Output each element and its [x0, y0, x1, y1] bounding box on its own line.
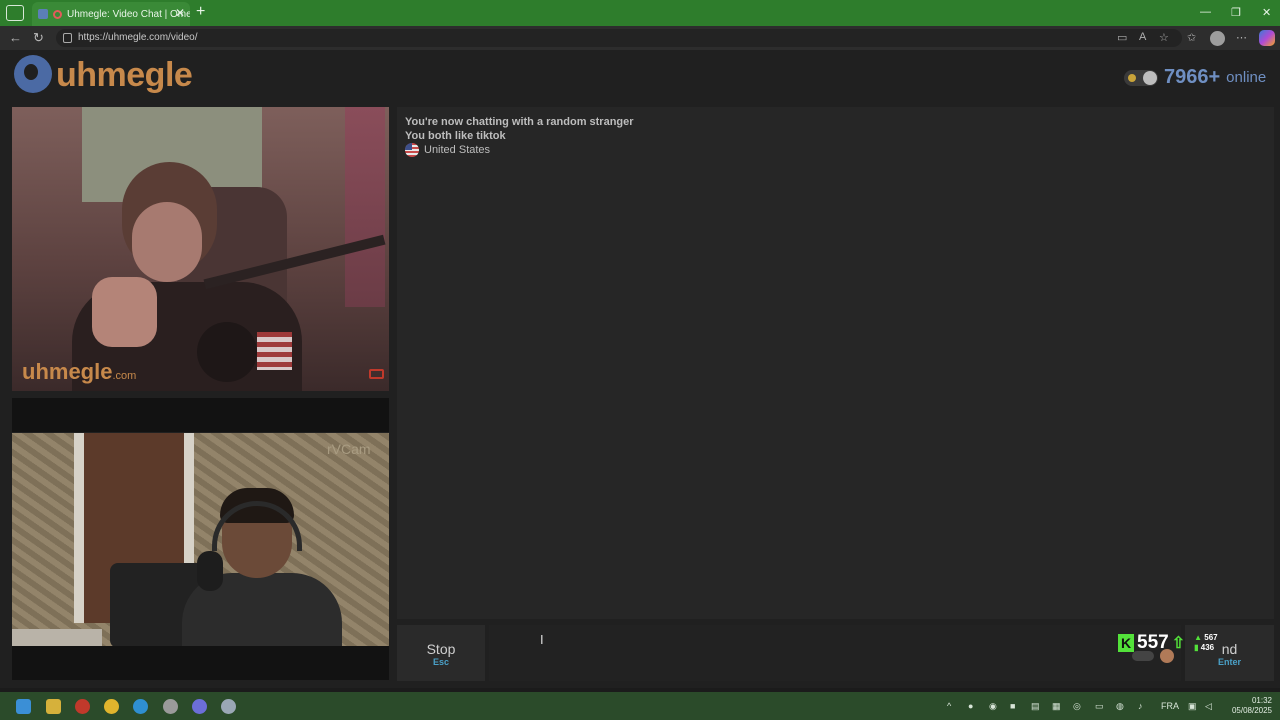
volume-icon[interactable]: ◁ [1205, 701, 1212, 712]
tray-battery-icon[interactable]: ▭ [1095, 701, 1104, 712]
up-indicator-icon: ▲ [1194, 633, 1203, 642]
country-label: United States [424, 144, 491, 156]
profile-avatar[interactable] [1210, 31, 1225, 46]
favorites-icon[interactable]: ✩ [1187, 31, 1196, 44]
tray-folder-icon[interactable]: ▦ [1052, 701, 1061, 712]
clock-time: 01:32 [1251, 696, 1272, 705]
online-count: 7966+ [1164, 66, 1221, 88]
theme-toggle[interactable] [1124, 69, 1158, 86]
close-tab-icon[interactable]: ✕ [175, 6, 185, 20]
browser-window: Uhmegle: Video Chat | Ome ✕ + — ❐ ✕ ← ↻ … [0, 0, 1280, 720]
more-menu-icon[interactable]: ⋯ [1236, 31, 1247, 44]
report-icon[interactable] [369, 369, 384, 379]
self-microphone [197, 551, 223, 591]
text-cursor-icon: I [540, 632, 544, 647]
stat-down: 436 [1200, 643, 1215, 652]
copilot-icon[interactable] [1259, 30, 1275, 46]
restore-icon[interactable]: ❐ [1231, 6, 1241, 19]
stop-shortcut: Esc [432, 657, 449, 667]
toggle-knob [1143, 70, 1157, 85]
self-video: rVCam [12, 433, 389, 646]
led-lights [345, 107, 385, 307]
tray-obs-icon[interactable]: ◉ [989, 701, 997, 712]
stat-up: 567 [1204, 633, 1218, 642]
tab-uhmegle[interactable]: Uhmegle: Video Chat | Ome ✕ [32, 2, 190, 26]
tray-display-icon[interactable]: ▣ [1188, 701, 1197, 712]
chrome-icon[interactable] [104, 699, 119, 714]
close-window-icon[interactable]: ✕ [1262, 6, 1271, 19]
bars-icon: ▮ [1194, 643, 1199, 652]
discord-icon[interactable] [192, 699, 207, 714]
site-favicon-icon [38, 9, 48, 19]
stream-overlay: K 557 ⇧ ▲ 567 ▮ 436 [1118, 632, 1218, 654]
site-logo[interactable]: uhmegle [56, 56, 193, 95]
read-aloud-icon[interactable]: A [1139, 31, 1146, 43]
opera-icon[interactable] [75, 699, 90, 714]
microphone [197, 322, 257, 382]
video-bottom-strip [12, 646, 389, 680]
clock-date: 05/08/2025 [1231, 706, 1272, 715]
us-flag-icon [405, 143, 419, 157]
video-divider [12, 398, 389, 432]
chat-interest-line: You both like tiktok [405, 130, 506, 142]
chat-status-line: You're now chatting with a random strang… [405, 116, 634, 128]
stop-button[interactable]: Stop Esc [397, 625, 485, 681]
send-shortcut: Enter [1217, 657, 1241, 667]
language-indicator[interactable]: FRA [1161, 701, 1179, 711]
video-watermark: uhmegle.com [22, 359, 137, 384]
url-text: https://uhmegle.com/video/ [78, 32, 198, 43]
lock-icon [63, 33, 72, 43]
file-explorer-icon[interactable] [46, 699, 61, 714]
chat-log: You're now chatting with a random strang… [397, 107, 1274, 619]
virtual-cam-label: rVCam [327, 441, 371, 457]
url-field[interactable]: https://uhmegle.com/video/ [56, 29, 1182, 47]
app-icon[interactable] [163, 699, 178, 714]
table [12, 629, 102, 646]
online-indicator: 7966+ online [1124, 66, 1266, 89]
stranger-hands [92, 277, 157, 347]
stranger-face [132, 202, 202, 282]
tray-network-icon[interactable]: ▤ [1031, 701, 1040, 712]
favorite-star-icon[interactable]: ☆ [1159, 31, 1169, 44]
flag-decoration [257, 332, 292, 370]
windows-start-icon[interactable] [16, 699, 31, 714]
viewer-count: 557 [1137, 632, 1169, 653]
stream-stats: ▲ 567 ▮ 436 [1194, 633, 1218, 653]
settings-icon[interactable] [221, 699, 236, 714]
address-bar-row: ← ↻ https://uhmegle.com/video/ ▭ A ☆ ✩ ⋯ [0, 26, 1280, 50]
tab-actions-icon[interactable] [6, 5, 24, 21]
minimize-icon[interactable]: — [1200, 6, 1211, 18]
stop-label: Stop [426, 641, 456, 657]
stranger-country: United States [405, 143, 490, 157]
tray-record-icon[interactable]: ■ [1010, 701, 1015, 711]
refresh-icon[interactable]: ↻ [33, 30, 44, 46]
kick-logo: K [1118, 634, 1134, 652]
tray-chevron-icon[interactable]: ^ [947, 701, 951, 711]
tray-app-icon[interactable]: ● [968, 701, 973, 711]
tab-title: Uhmegle: Video Chat | Ome [67, 8, 190, 20]
system-clock[interactable]: 01:32 05/08/2025 [1226, 696, 1272, 716]
sun-icon [1128, 73, 1136, 82]
tray-steam-icon[interactable]: ◍ [1116, 701, 1124, 712]
tray-webcam-icon[interactable]: ◎ [1073, 701, 1081, 712]
back-icon[interactable]: ← [9, 30, 22, 45]
online-label: online [1226, 69, 1267, 86]
recording-icon [53, 9, 62, 19]
new-tab-icon[interactable]: + [196, 3, 205, 21]
tray-mic-icon[interactable]: ♪ [1138, 701, 1143, 711]
camera-permission-icon[interactable]: ▭ [1117, 31, 1127, 44]
message-input[interactable] [489, 625, 1181, 681]
up-arrow-icon: ⇧ [1171, 635, 1186, 652]
logo-icon[interactable] [14, 55, 52, 93]
edge-icon[interactable] [133, 699, 148, 714]
tab-bar: Uhmegle: Video Chat | Ome ✕ + — ❐ ✕ [0, 0, 1280, 26]
stranger-video: uhmegle.com [12, 107, 389, 391]
